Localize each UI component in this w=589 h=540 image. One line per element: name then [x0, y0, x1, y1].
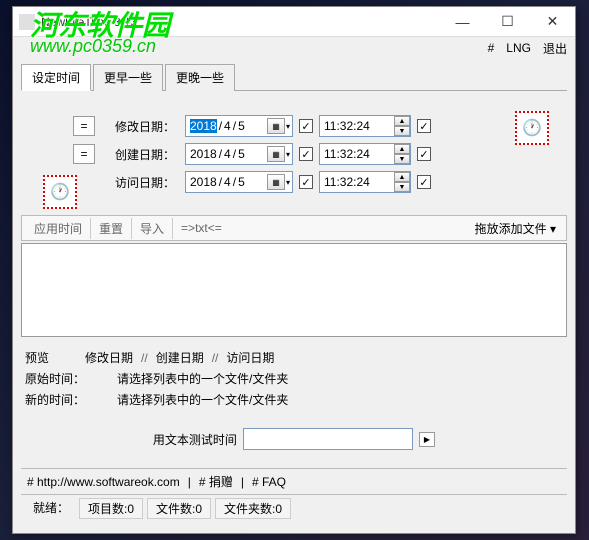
year-access[interactable]: 2018	[190, 175, 217, 189]
tabs: 设定时间 更早一些 更晚一些	[21, 63, 567, 91]
label-access-date: 访问日期：	[101, 174, 179, 191]
checkbox-modify-time[interactable]: ✓	[417, 119, 431, 133]
divider-slash: //	[212, 351, 219, 365]
link-homepage[interactable]: # http://www.softwareok.com	[27, 475, 180, 489]
status-folders: 文件夹数:0	[215, 498, 291, 519]
value-new-time: 请选择列表中的一个文件/文件夹	[117, 391, 288, 408]
main-window: NewFileTime 3.13 — ☐ ✕ # LNG 退出 设定时间 更早一…	[12, 6, 576, 534]
status-items: 项目数:0	[79, 498, 143, 519]
eq-button-create[interactable]: =	[73, 144, 95, 164]
time-value-create[interactable]: 11:32:24	[324, 147, 370, 161]
footer-links: # http://www.softwareok.com | # 捐赠 | # F…	[21, 468, 567, 495]
label-new-time: 新的时间：	[25, 391, 101, 408]
preview-label: 预览	[25, 349, 49, 366]
tab-earlier[interactable]: 更早一些	[93, 64, 163, 91]
calendar-icon[interactable]: ▦	[267, 118, 285, 134]
minimize-button[interactable]: —	[440, 7, 485, 37]
month-access[interactable]: 4	[224, 175, 231, 189]
date-rows: = 修改日期： 2018 / 4 / 5 ▦ ▾ ✓ 11:32:24	[31, 115, 557, 193]
eq-button-modify[interactable]: =	[73, 116, 95, 136]
time-value-access[interactable]: 11:32:24	[324, 175, 370, 189]
reset-button[interactable]: 重置	[91, 218, 132, 239]
preview-access-col: 访问日期	[226, 349, 274, 366]
calendar-icon[interactable]: ▦	[267, 174, 285, 190]
lng-menu[interactable]: LNG	[506, 41, 531, 55]
test-time-input[interactable]	[243, 428, 413, 450]
preview-create-col: 创建日期	[156, 349, 204, 366]
clock-icon-right[interactable]	[515, 111, 549, 145]
checkbox-access-time[interactable]: ✓	[417, 175, 431, 189]
dropdown-arrow-icon[interactable]: ▾	[286, 150, 290, 159]
calendar-icon[interactable]: ▦	[267, 146, 285, 162]
day-modify[interactable]: 5	[238, 119, 245, 133]
label-original-time: 原始时间：	[25, 370, 101, 387]
statusbar: 就绪： 项目数:0 文件数:0 文件夹数:0	[21, 495, 567, 522]
import-button[interactable]: 导入	[132, 218, 173, 239]
row-create-date: = 创建日期： 2018 / 4 / 5 ▦ ▾ ✓ 11:32:24	[31, 143, 557, 165]
exit-menu[interactable]: 退出	[543, 40, 567, 57]
dropdown-arrow-icon[interactable]: ▾	[286, 122, 290, 131]
checkbox-modify-date[interactable]: ✓	[299, 119, 313, 133]
apply-time-button[interactable]: 应用时间	[26, 218, 91, 239]
time-picker-modify[interactable]: 11:32:24 ▲ ▼	[319, 115, 411, 137]
status-ready: 就绪：	[27, 498, 75, 519]
link-faq[interactable]: # FAQ	[252, 475, 286, 489]
maximize-button[interactable]: ☐	[485, 7, 530, 37]
window-title: NewFileTime 3.13	[41, 15, 440, 29]
clock-icon-left[interactable]	[43, 175, 77, 209]
window-controls: — ☐ ✕	[440, 7, 575, 37]
time-picker-access[interactable]: 11:32:24 ▲ ▼	[319, 171, 411, 193]
txt-button[interactable]: =>txt<=	[173, 219, 230, 237]
row-modify-date: = 修改日期： 2018 / 4 / 5 ▦ ▾ ✓ 11:32:24	[31, 115, 557, 137]
test-go-button[interactable]: ▶	[419, 432, 435, 447]
drop-files-button[interactable]: 拖放添加文件 ▾	[469, 218, 562, 239]
time-picker-create[interactable]: 11:32:24 ▲ ▼	[319, 143, 411, 165]
month-create[interactable]: 4	[224, 147, 231, 161]
day-create[interactable]: 5	[238, 147, 245, 161]
hash-menu[interactable]: #	[488, 41, 495, 55]
file-list[interactable]	[21, 243, 567, 337]
toolbar: 应用时间 重置 导入 =>txt<= 拖放添加文件 ▾	[21, 215, 567, 241]
spin-up-icon[interactable]: ▲	[394, 144, 410, 154]
menubar: # LNG 退出	[13, 37, 575, 59]
preview-header: 预览 修改日期 // 创建日期 // 访问日期	[21, 347, 567, 368]
checkbox-create-date[interactable]: ✓	[299, 147, 313, 161]
day-access[interactable]: 5	[238, 175, 245, 189]
year-modify[interactable]: 2018	[190, 119, 217, 133]
status-files: 文件数:0	[147, 498, 211, 519]
preview-modify-col: 修改日期	[85, 349, 133, 366]
tab-set-time[interactable]: 设定时间	[21, 64, 91, 91]
tab-panel-set-time: = 修改日期： 2018 / 4 / 5 ▦ ▾ ✓ 11:32:24	[21, 97, 567, 207]
time-value-modify[interactable]: 11:32:24	[324, 119, 370, 133]
spin-up-icon[interactable]: ▲	[394, 116, 410, 126]
client-area: 设定时间 更早一些 更晚一些 = 修改日期： 2018 / 4 / 5 ▦	[13, 59, 575, 524]
spin-down-icon[interactable]: ▼	[394, 126, 410, 136]
app-icon	[19, 14, 35, 30]
label-create-date: 创建日期：	[101, 146, 179, 163]
date-picker-access[interactable]: 2018 / 4 / 5 ▦ ▾	[185, 171, 293, 193]
spin-up-icon[interactable]: ▲	[394, 172, 410, 182]
spin-down-icon[interactable]: ▼	[394, 154, 410, 164]
label-modify-date: 修改日期：	[101, 118, 179, 135]
row-access-date: 访问日期： 2018 / 4 / 5 ▦ ▾ ✓ 11:32:24	[31, 171, 557, 193]
spin-down-icon[interactable]: ▼	[394, 182, 410, 192]
tab-later[interactable]: 更晚一些	[165, 64, 235, 91]
date-picker-create[interactable]: 2018 / 4 / 5 ▦ ▾	[185, 143, 293, 165]
close-button[interactable]: ✕	[530, 7, 575, 37]
month-modify[interactable]: 4	[224, 119, 231, 133]
year-create[interactable]: 2018	[190, 147, 217, 161]
checkbox-access-date[interactable]: ✓	[299, 175, 313, 189]
row-original-time: 原始时间： 请选择列表中的一个文件/文件夹	[21, 368, 567, 389]
link-donate[interactable]: # 捐赠	[199, 473, 233, 490]
label-test-time: 用文本测试时间	[153, 431, 237, 448]
test-time-row: 用文本测试时间 ▶	[21, 428, 567, 450]
value-original-time: 请选择列表中的一个文件/文件夹	[117, 370, 288, 387]
checkbox-create-time[interactable]: ✓	[417, 147, 431, 161]
row-new-time: 新的时间： 请选择列表中的一个文件/文件夹	[21, 389, 567, 410]
divider-slash: //	[141, 351, 148, 365]
titlebar[interactable]: NewFileTime 3.13 — ☐ ✕	[13, 7, 575, 37]
dropdown-arrow-icon[interactable]: ▾	[286, 178, 290, 187]
date-picker-modify[interactable]: 2018 / 4 / 5 ▦ ▾	[185, 115, 293, 137]
